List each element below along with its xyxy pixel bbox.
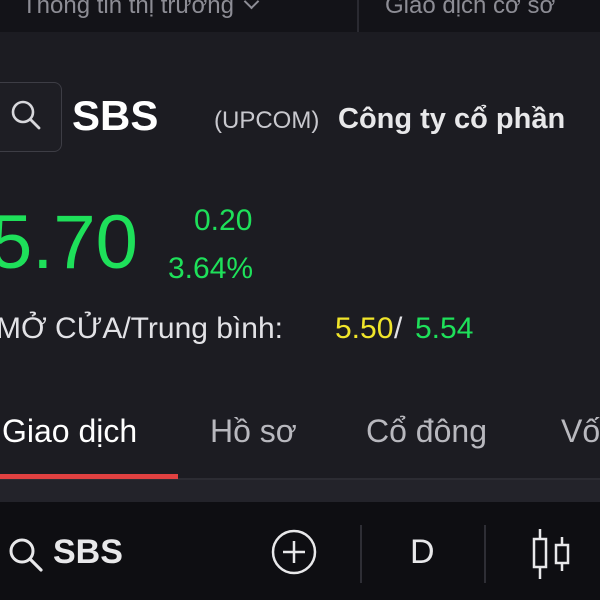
chevron-down-icon bbox=[243, 0, 260, 10]
open-price: 5.50 bbox=[335, 312, 394, 345]
tab-profile[interactable]: Hồ sơ bbox=[210, 413, 297, 450]
exchange-label: (UPCOM) bbox=[214, 107, 320, 134]
ticker-symbol: SBS bbox=[72, 92, 159, 139]
tab-capital[interactable]: Vố bbox=[561, 413, 600, 450]
nav-spot-trading-label: Giao dịch cơ sở bbox=[385, 0, 556, 19]
open-average-row: MỞ CỬA/Trung bình: 5.50 / 5.54 bbox=[0, 312, 473, 346]
tab-shareholders[interactable]: Cổ đông bbox=[366, 413, 487, 450]
interval-selector[interactable]: D bbox=[410, 533, 435, 572]
chart-symbol[interactable]: SBS bbox=[53, 533, 123, 572]
candlestick-chart-icon[interactable] bbox=[529, 527, 573, 581]
section-spacer bbox=[0, 480, 600, 502]
top-nav: Thông tin thị trường Giao dịch cơ sở bbox=[0, 0, 600, 32]
search-icon[interactable] bbox=[6, 535, 46, 575]
company-name: Công ty cổ phần bbox=[338, 103, 566, 135]
open-average-label: MỞ CỬA/Trung bình: bbox=[0, 312, 283, 345]
add-comparison-icon[interactable] bbox=[270, 528, 318, 576]
price-change: 0.20 bbox=[194, 204, 253, 237]
toolbar-divider bbox=[360, 525, 362, 583]
search-icon bbox=[11, 100, 41, 130]
active-tab-indicator bbox=[0, 474, 178, 479]
tab-trading[interactable]: Giao dịch bbox=[2, 413, 137, 450]
nav-market-info[interactable]: Thông tin thị trường bbox=[22, 0, 260, 20]
nav-spot-trading[interactable]: Giao dịch cơ sở bbox=[385, 0, 555, 20]
symbol-search-button[interactable] bbox=[0, 82, 62, 152]
average-price: 5.54 bbox=[415, 312, 474, 345]
toolbar-divider bbox=[484, 525, 486, 583]
nav-divider bbox=[357, 0, 359, 32]
open-average-separator: / bbox=[394, 312, 403, 345]
nav-market-info-label: Thông tin thị trường bbox=[22, 0, 234, 19]
price-change-percent: 3.64% bbox=[168, 252, 254, 285]
last-price: 5.70 bbox=[0, 200, 138, 285]
